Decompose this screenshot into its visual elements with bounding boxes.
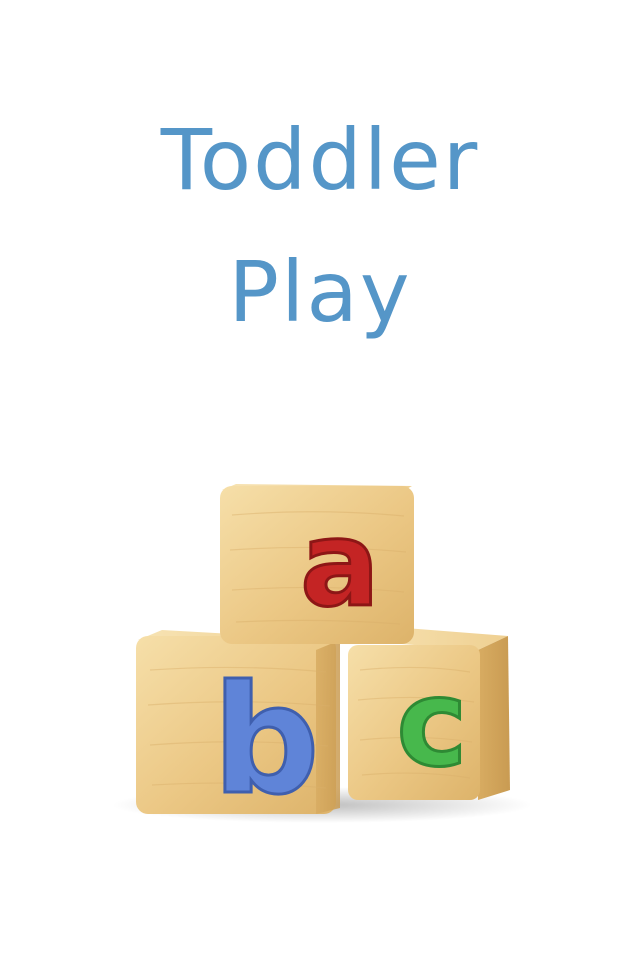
- letter-b: b: [212, 654, 319, 828]
- alphabet-blocks-illustration: a b c: [112, 484, 532, 830]
- letter-c: c: [396, 655, 467, 794]
- letter-a: a: [300, 495, 380, 633]
- splash-screen: Toddler Play a b c: [0, 0, 640, 960]
